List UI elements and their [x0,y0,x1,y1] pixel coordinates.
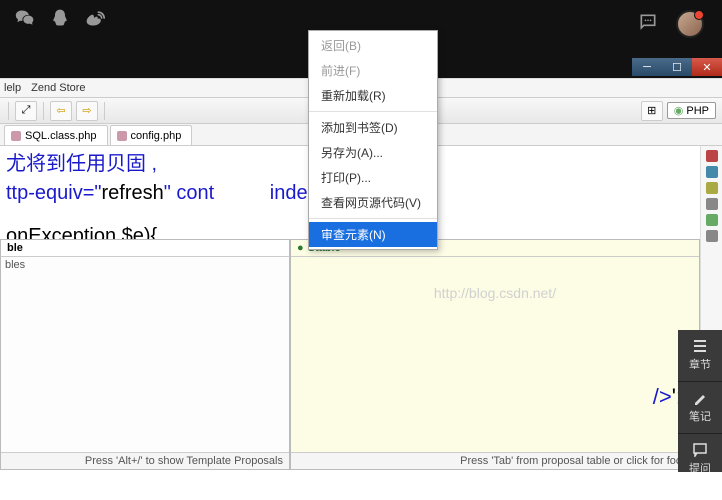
proposal-detail-panel: ●Stable http://blog.csdn.net/ Press 'Tab… [290,239,700,470]
context-forward[interactable]: 前进(F) [309,58,437,83]
tab-config[interactable]: config.php [110,125,193,145]
overview-marker-info[interactable] [706,166,718,178]
bottom-strip [0,472,722,500]
dock-chapters[interactable]: 章节 [678,330,722,382]
close-button[interactable]: ✕ [692,58,722,76]
left-panel-tab[interactable]: ble [1,240,289,257]
template-proposal-panel: ble bles Press 'Alt+/' to show Template … [0,239,290,470]
menu-help[interactable]: lelp [4,82,21,94]
toolbar-forward-icon[interactable]: ⇨ [76,101,98,121]
right-panel-footer: Press 'Tab' from proposal table or click… [291,452,699,469]
php-perspective[interactable]: ◉ PHP [667,102,716,119]
open-perspective-icon[interactable]: ⊞ [641,101,663,121]
qq-icon[interactable] [50,8,70,33]
php-file-icon [11,131,21,141]
tab-sql-class[interactable]: SQL.class.php [4,125,108,145]
side-dock: 章节 笔记 提问 [678,330,722,486]
context-inspect[interactable]: 审查元素(N) [309,222,437,247]
weibo-icon[interactable] [84,8,106,33]
code-text: ttp-equiv=" [6,182,102,204]
context-menu: 返回(B) 前进(F) 重新加载(R) 添加到书签(D) 另存为(A)... 打… [308,30,438,250]
left-panel-footer: Press 'Alt+/' to show Template Proposals [1,452,289,469]
context-reload[interactable]: 重新加载(R) [309,83,437,108]
wechat-icon[interactable] [14,8,36,33]
context-bookmark[interactable]: 添加到书签(D) [309,115,437,140]
overview-marker[interactable] [706,230,718,242]
watermark-text: http://blog.csdn.net/ [434,285,556,301]
chat-icon[interactable] [638,12,658,37]
perspective-switcher[interactable]: ⊞ ◉ PHP [641,101,716,121]
menu-zend-store[interactable]: Zend Store [31,82,85,94]
dock-notes[interactable]: 笔记 [678,382,722,434]
list-icon [692,339,708,353]
context-back[interactable]: 返回(B) [309,33,437,58]
window-controls: ─ ☐ ✕ [632,58,722,76]
left-panel-body[interactable]: bles [1,257,289,452]
code-text: refresh [102,182,164,204]
context-separator [309,218,437,219]
context-save-as[interactable]: 另存为(A)... [309,140,437,165]
code-text: 尤将到任用贝固 , [6,153,157,175]
right-panel-body[interactable]: http://blog.csdn.net/ [291,257,699,452]
toolbar-expand-icon[interactable]: ⤢ [15,101,37,121]
overview-marker-error[interactable] [706,150,718,162]
top-right-icons [638,10,704,38]
overview-marker[interactable] [706,198,718,210]
left-panel-row[interactable]: bles [5,259,25,271]
pencil-icon [693,391,707,405]
overview-marker[interactable] [706,214,718,226]
code-text: " cont [164,182,214,204]
context-print[interactable]: 打印(P)... [309,165,437,190]
question-icon [693,443,707,457]
minimize-button[interactable]: ─ [632,58,662,76]
proposal-panels: ble bles Press 'Alt+/' to show Template … [0,239,700,470]
php-file-icon [117,131,127,141]
overview-marker-warning[interactable] [706,182,718,194]
maximize-button[interactable]: ☐ [662,58,692,76]
toolbar-back-icon[interactable]: ⇦ [50,101,72,121]
context-separator [309,111,437,112]
avatar[interactable] [676,10,704,38]
context-view-source[interactable]: 查看网页源代码(V) [309,190,437,215]
top-left-icons [14,8,106,33]
